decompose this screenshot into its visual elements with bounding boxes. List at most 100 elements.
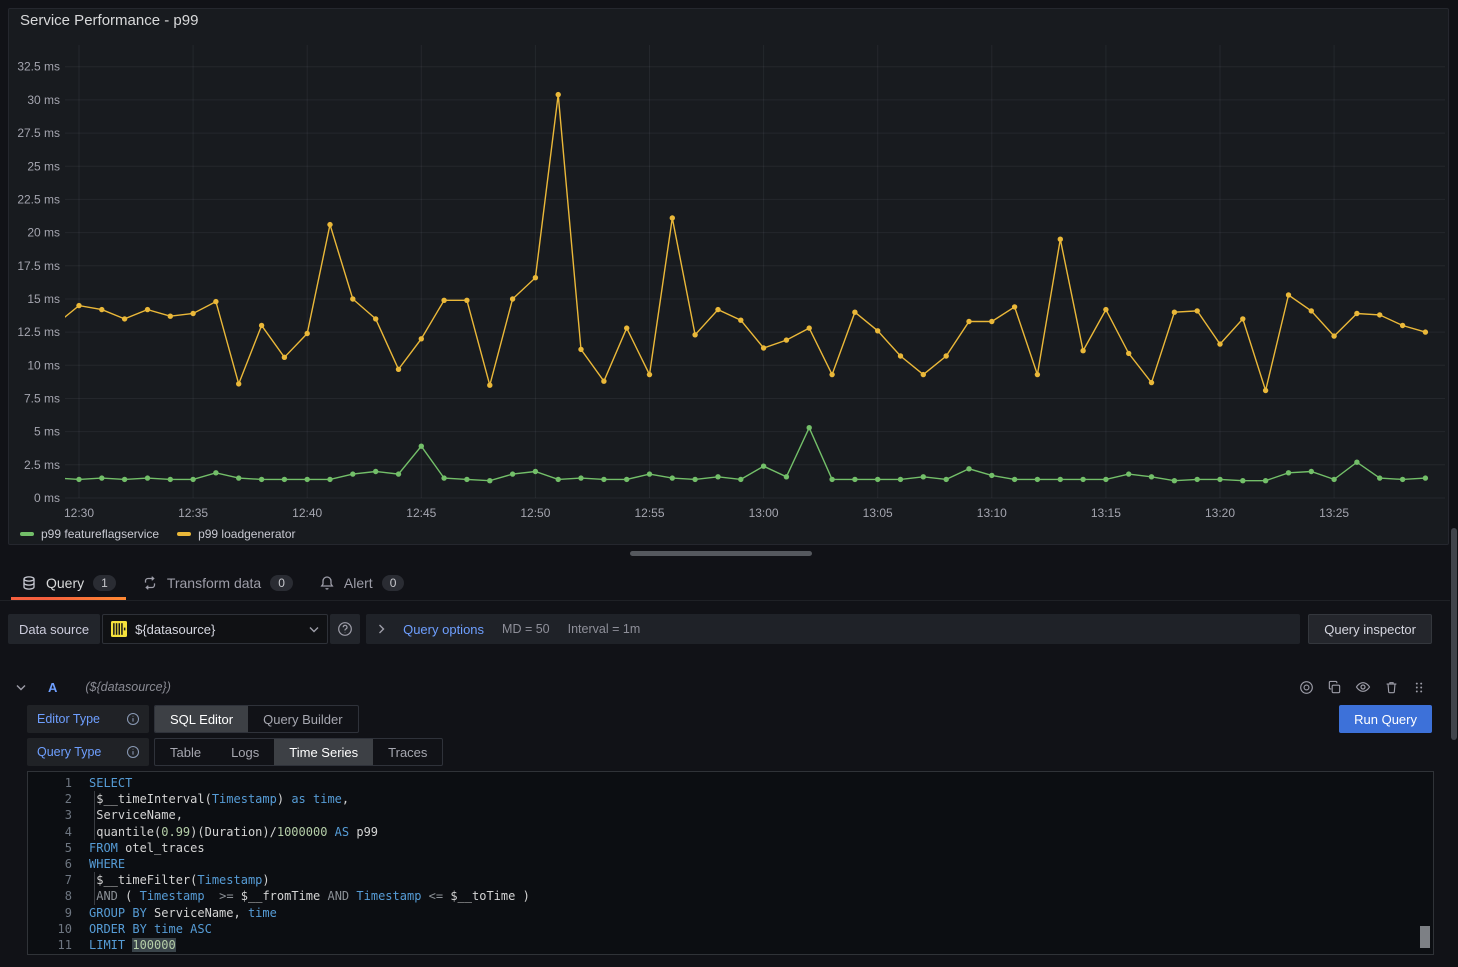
code-text: LIMIT 100000 — [89, 937, 176, 953]
svg-text:13:25: 13:25 — [1319, 506, 1349, 520]
tab-query[interactable]: Query 1 — [8, 565, 129, 600]
svg-text:12.5 ms: 12.5 ms — [17, 325, 60, 339]
datasource-select[interactable]: ${datasource} — [102, 614, 328, 644]
page-scrollbar-thumb[interactable] — [1451, 528, 1457, 740]
svg-text:22.5 ms: 22.5 ms — [17, 192, 60, 206]
query-type-radio-group: Table Logs Time Series Traces — [154, 738, 443, 766]
chevron-down-icon — [309, 626, 319, 633]
svg-text:5 ms: 5 ms — [34, 425, 60, 439]
svg-text:13:05: 13:05 — [863, 506, 893, 520]
line-number: 11 — [28, 937, 89, 953]
svg-text:12:30: 12:30 — [64, 506, 94, 520]
svg-text:13:10: 13:10 — [977, 506, 1007, 520]
legend-item-loadgenerator[interactable]: p99 loadgenerator — [177, 527, 295, 541]
code-text: WHERE — [89, 856, 125, 872]
option-sql-editor[interactable]: SQL Editor — [155, 706, 248, 732]
query-type-row: Query Type Table Logs Time Series Traces — [27, 738, 443, 766]
option-logs[interactable]: Logs — [216, 739, 274, 765]
editor-type-radio-group: SQL Editor Query Builder — [154, 705, 359, 733]
svg-text:7.5 ms: 7.5 ms — [24, 392, 60, 406]
code-text: $__timeFilter(Timestamp) — [89, 872, 270, 888]
collapse-query-chevron-icon[interactable] — [16, 684, 26, 691]
editor-tabbar: Query 1 Transform data 0 Alert 0 — [0, 565, 1458, 601]
timeseries-chart[interactable]: 0 ms2.5 ms5 ms7.5 ms10 ms12.5 ms15 ms17.… — [0, 0, 1458, 545]
line-number: 3 — [28, 807, 89, 823]
database-icon — [21, 575, 37, 591]
query-type-label: Query Type — [27, 738, 149, 766]
tab-count-badge: 1 — [93, 575, 116, 591]
svg-text:13:15: 13:15 — [1091, 506, 1121, 520]
svg-text:12:55: 12:55 — [634, 506, 664, 520]
tab-transform-data[interactable]: Transform data 0 — [129, 565, 306, 600]
line-number: 9 — [28, 905, 89, 921]
editor-type-row: Editor Type SQL Editor Query Builder — [27, 705, 359, 733]
query-type-label-text: Query Type — [37, 745, 101, 759]
code-text: FROM otel_traces — [89, 840, 205, 856]
legend-label: p99 loadgenerator — [198, 527, 295, 541]
line-number: 1 — [28, 775, 89, 791]
svg-text:12:40: 12:40 — [292, 506, 322, 520]
code-line: 10ORDER BY time ASC — [28, 921, 1433, 937]
option-query-builder[interactable]: Query Builder — [248, 706, 357, 732]
info-circle-icon[interactable] — [126, 712, 140, 726]
code-line: 2 $__timeInterval(Timestamp) as time, — [28, 791, 1433, 807]
tab-alert[interactable]: Alert 0 — [306, 565, 417, 600]
code-text: quantile(0.99)(Duration)/1000000 AS p99 — [89, 824, 378, 840]
code-text: $__timeInterval(Timestamp) as time, — [89, 791, 349, 807]
editor-type-label-text: Editor Type — [37, 712, 100, 726]
code-line: 7 $__timeFilter(Timestamp) — [28, 872, 1433, 888]
code-line: 1SELECT — [28, 775, 1433, 791]
line-number: 10 — [28, 921, 89, 937]
svg-text:2.5 ms: 2.5 ms — [24, 458, 60, 472]
code-line: 11LIMIT 100000 — [28, 937, 1433, 953]
code-line: 6WHERE — [28, 856, 1433, 872]
svg-text:12:45: 12:45 — [406, 506, 436, 520]
legend-label: p99 featureflagservice — [41, 527, 159, 541]
code-line: 4 quantile(0.99)(Duration)/1000000 AS p9… — [28, 824, 1433, 840]
tab-label: Alert — [344, 575, 373, 591]
svg-text:25 ms: 25 ms — [27, 159, 60, 173]
legend-swatch-yellow — [177, 532, 191, 536]
copy-icon[interactable] — [1327, 680, 1342, 695]
page-scrollbar-track — [1450, 0, 1458, 967]
legend-swatch-green — [20, 532, 34, 536]
code-text: SELECT — [89, 775, 132, 791]
tab-count-badge: 0 — [270, 575, 293, 591]
query-datasource-hint: (${datasource}) — [85, 680, 170, 694]
record-circle-icon[interactable] — [1299, 680, 1314, 695]
svg-text:27.5 ms: 27.5 ms — [17, 126, 60, 140]
query-inspector-button[interactable]: Query inspector — [1308, 614, 1432, 644]
query-row-actions — [1299, 679, 1432, 695]
option-traces[interactable]: Traces — [373, 739, 442, 765]
trash-icon[interactable] — [1384, 680, 1399, 695]
chart-legend: p99 featureflagservice p99 loadgenerator — [20, 527, 296, 541]
line-number: 4 — [28, 824, 89, 840]
clickhouse-logo-icon — [111, 621, 127, 637]
svg-text:13:20: 13:20 — [1205, 506, 1235, 520]
query-row-header: A (${datasource}) — [8, 672, 1432, 702]
svg-text:15 ms: 15 ms — [27, 292, 60, 306]
transform-icon — [142, 575, 158, 591]
eye-icon[interactable] — [1355, 679, 1371, 695]
query-options-bar[interactable]: Query options MD = 50 Interval = 1m — [366, 614, 1300, 644]
datasource-help-button[interactable] — [330, 614, 360, 644]
code-text: GROUP BY ServiceName, time — [89, 905, 277, 921]
query-options-link[interactable]: Query options — [403, 622, 484, 637]
code-line: 3 ServiceName, — [28, 807, 1433, 823]
editor-scrollbar-thumb[interactable] — [1420, 926, 1430, 948]
option-time-series[interactable]: Time Series — [274, 739, 373, 765]
legend-item-featureflagservice[interactable]: p99 featureflagservice — [20, 527, 159, 541]
info-circle-icon[interactable] — [126, 745, 140, 759]
bell-icon — [319, 575, 335, 591]
horizontal-scrollbar-thumb[interactable] — [630, 551, 812, 556]
option-table[interactable]: Table — [155, 739, 216, 765]
max-data-points-stat: MD = 50 — [502, 622, 550, 636]
tab-label: Transform data — [167, 575, 261, 591]
sql-code-editor[interactable]: 1SELECT2 $__timeInterval(Timestamp) as t… — [27, 771, 1434, 955]
run-query-button[interactable]: Run Query — [1339, 705, 1432, 733]
code-text: ServiceName, — [89, 807, 183, 823]
code-text: AND ( Timestamp >= $__fromTime AND Times… — [89, 888, 530, 904]
drag-handle-icon[interactable] — [1412, 680, 1426, 695]
chevron-right-icon — [378, 624, 385, 634]
query-ref-id[interactable]: A — [48, 680, 57, 695]
